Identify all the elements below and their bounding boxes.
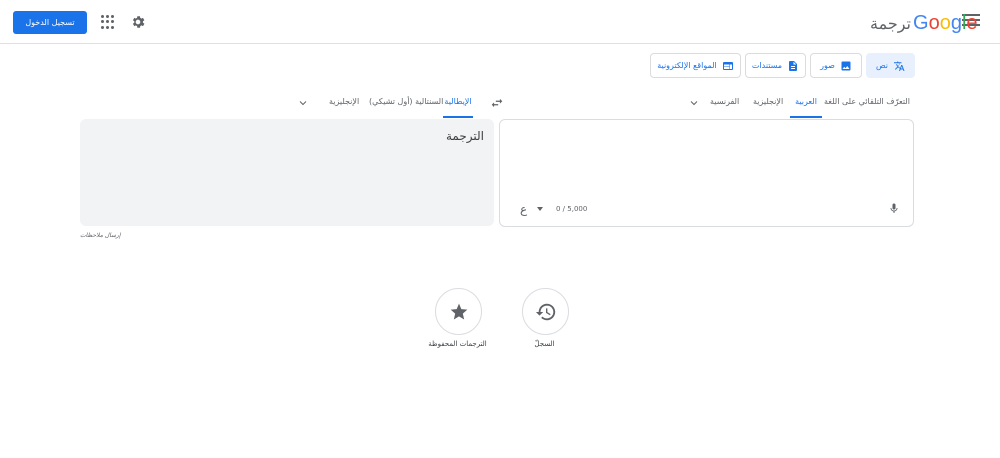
sign-in-button[interactable]: تسجيل الدخول [13, 11, 87, 34]
mode-tab-websites-label: المواقع الإلكترونية [657, 61, 717, 70]
saved-label: الترجمات المحفوظة [428, 340, 487, 348]
mode-tab-text[interactable]: نص [866, 53, 915, 78]
mode-tab-websites[interactable]: المواقع الإلكترونية [650, 53, 741, 78]
logo-word: Google [913, 12, 978, 34]
translation-output-panel: الترجمة [80, 119, 494, 226]
top-bar [0, 0, 1000, 44]
mode-tab-documents[interactable]: مستندات [745, 53, 806, 78]
history-button[interactable] [522, 288, 569, 335]
translate-icon [894, 61, 905, 71]
apps-grid-icon[interactable] [101, 15, 115, 29]
send-feedback-link[interactable]: إرسال ملاحظات [80, 232, 121, 239]
source-lang-more-icon[interactable] [688, 97, 700, 109]
mode-tab-text-label: نص [875, 61, 889, 70]
gear-icon[interactable] [130, 14, 146, 30]
history-label: السجلّ [534, 340, 555, 348]
input-tools-icon[interactable]: ع [520, 202, 527, 216]
web-icon [722, 61, 733, 70]
target-lang-italian[interactable]: الإيطالية [443, 97, 473, 118]
mode-tab-images[interactable]: صور [810, 53, 862, 78]
source-lang-english[interactable]: الإنجليزية [753, 97, 783, 117]
target-lang-more-icon[interactable] [297, 97, 309, 109]
source-lang-french[interactable]: الفرنسية [710, 97, 739, 117]
character-count: 0 / 5,000 [556, 205, 588, 213]
source-lang-arabic[interactable]: العربية [790, 97, 822, 118]
translation-placeholder: الترجمة [445, 129, 484, 143]
target-lang-english[interactable]: الإنجليزية [329, 97, 359, 117]
microphone-icon[interactable] [888, 201, 900, 216]
logo-suffix: ترجمة [870, 16, 911, 33]
document-icon [789, 60, 798, 71]
source-text-panel[interactable]: 0 / 5,000 ع [499, 119, 914, 227]
input-tools-dropdown-icon[interactable] [537, 207, 543, 211]
target-lang-2[interactable]: السنتالية (أول تشيكي) [369, 97, 443, 117]
swap-languages-icon[interactable] [490, 96, 504, 110]
history-icon [535, 303, 555, 320]
mode-tab-documents-label: مستندات [751, 61, 783, 70]
image-icon [841, 61, 851, 70]
source-lang-detect[interactable]: التعرّف التلقائي على اللغة [824, 97, 910, 117]
star-icon [450, 303, 467, 319]
saved-button[interactable] [435, 288, 482, 335]
mode-tab-images-label: صور [820, 61, 835, 70]
google-translate-logo[interactable]: ترجمة Google [870, 12, 978, 34]
